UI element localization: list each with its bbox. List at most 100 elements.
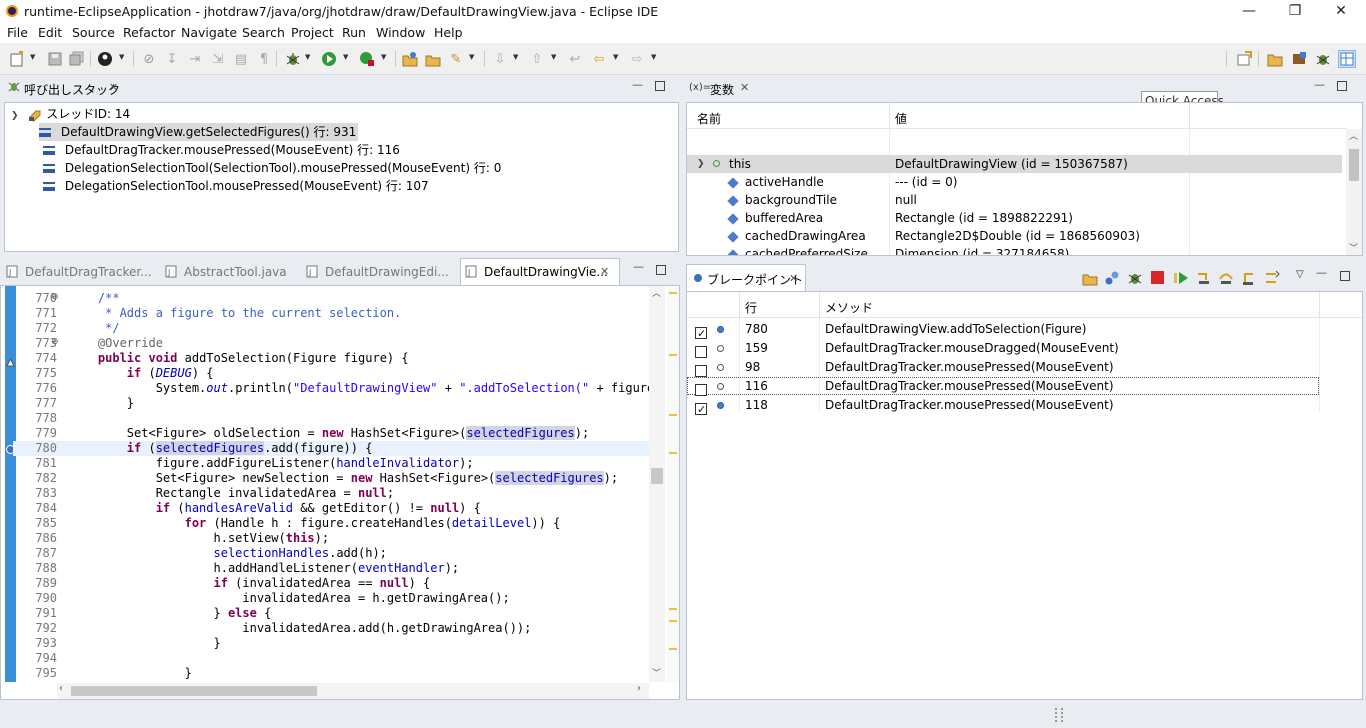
restore-button[interactable]: ❐ — [1272, 0, 1318, 23]
tab-abstract-tool[interactable]: AbstractTool.java — [184, 265, 287, 279]
menu-help[interactable]: Help — [434, 25, 463, 40]
chevron-down-icon[interactable]: ▼ — [613, 53, 621, 65]
code-line[interactable]: 773 @Override — [13, 336, 649, 351]
java-perspective-icon[interactable] — [1290, 50, 1308, 68]
debug-icon[interactable] — [284, 50, 302, 68]
code-line[interactable]: 772 */ — [13, 321, 649, 336]
menu-project[interactable]: Project — [291, 25, 334, 40]
chevron-down-icon[interactable]: ❯ — [697, 155, 705, 173]
code-line[interactable]: 788 h.addHandleListener(eventHandler); — [13, 561, 649, 576]
open-folder-icon[interactable] — [1082, 270, 1098, 286]
code-line[interactable]: 777 } — [13, 396, 649, 411]
drop-to-frame-icon[interactable] — [1264, 270, 1280, 286]
tab-default-drawing-editor[interactable]: DefaultDrawingEdi... — [325, 265, 449, 279]
code-line[interactable]: 774 public void addToSelection(Figure fi… — [13, 351, 649, 366]
maximize-view-icon[interactable] — [1337, 81, 1347, 91]
debug-perspective-toggle-icon[interactable] — [1314, 50, 1332, 68]
minimize-view-icon[interactable]: — — [633, 260, 644, 273]
chevron-down-icon[interactable]: ▼ — [469, 53, 477, 65]
variable-row[interactable]: backgroundTile null — [687, 191, 1342, 209]
code-line[interactable]: 780 if (selectedFigures.add(figure)) { — [13, 441, 649, 456]
code-line[interactable]: 783 Rectangle invalidatedArea = null; — [13, 486, 649, 501]
column-header-name[interactable]: 名前 — [697, 110, 721, 127]
previous-annotation-icon[interactable]: ⇧ — [528, 50, 546, 68]
chevron-up-icon[interactable]: ︿ — [652, 286, 661, 299]
scrollbar-thumb[interactable] — [651, 468, 663, 484]
save-all-icon[interactable] — [68, 50, 86, 68]
breakpoints-tab[interactable]: ブレークポイント ✕ — [686, 264, 806, 292]
code-line[interactable]: 784 if (handlesAreValid && getEditor() !… — [13, 501, 649, 516]
minimize-view-icon[interactable]: — — [1314, 78, 1325, 91]
maximize-view-icon[interactable] — [655, 81, 665, 91]
close-icon[interactable]: ✕ — [740, 81, 749, 94]
thread-node[interactable]: ❯ スレッドID: 14 — [11, 105, 130, 123]
code-line[interactable]: 787 selectionHandles.add(h); — [13, 546, 649, 561]
code-line[interactable]: 790 invalidatedArea = h.getDrawingArea()… — [13, 591, 649, 606]
minimize-view-icon[interactable]: — — [1316, 266, 1327, 279]
code-line[interactable]: 792 invalidatedArea.add(h.getDrawingArea… — [13, 621, 649, 636]
chevron-down-icon[interactable]: ▼ — [305, 53, 313, 65]
variable-row[interactable]: cachedPreferredSize Dimension (id = 3271… — [687, 245, 1342, 255]
code-line[interactable]: 785 for (Handle h : figure.createHandles… — [13, 516, 649, 531]
drop-to-frame-icon[interactable]: ↧ — [163, 50, 181, 68]
call-stack-tab-title[interactable]: 呼び出しスタック — [24, 81, 120, 98]
maximize-view-icon[interactable] — [656, 265, 666, 275]
minimize-button[interactable]: — — [1226, 0, 1272, 23]
minimize-view-icon[interactable]: — — [632, 78, 643, 91]
menu-navigate[interactable]: Navigate — [181, 25, 237, 40]
step-over-icon[interactable]: ▤ — [232, 50, 250, 68]
scrollbar-thumb[interactable] — [1349, 149, 1359, 181]
breakpoint-row[interactable]: 98 DefaultDragTracker.mousePressed(MouseE… — [687, 358, 1319, 377]
variable-row[interactable]: ❯ this DefaultDrawingView (id = 15036758… — [687, 155, 1342, 173]
chevron-up-icon[interactable]: ︿ — [1349, 129, 1358, 142]
run-icon[interactable] — [320, 50, 338, 68]
external-tools-icon[interactable] — [358, 50, 376, 68]
code-line[interactable]: 791 } else { — [13, 606, 649, 621]
resume-icon[interactable] — [1173, 270, 1189, 286]
variable-row[interactable]: cachedDrawingArea Rectangle2D$Double (id… — [687, 227, 1342, 245]
code-line[interactable]: 775 if (DEBUG) { — [13, 366, 649, 381]
breakpoint-checkbox[interactable] — [695, 345, 707, 358]
chevron-down-icon[interactable]: ▼ — [30, 53, 38, 65]
open-folder-icon[interactable] — [424, 50, 442, 68]
chevron-down-icon[interactable]: ▼ — [119, 53, 127, 65]
menu-refactor[interactable]: Refactor — [123, 25, 175, 40]
code-line[interactable]: 786 h.setView(this); — [13, 531, 649, 546]
code-line[interactable]: 779 Set<Figure> oldSelection = new HashS… — [13, 426, 649, 441]
scrollbar-thumb[interactable] — [71, 686, 317, 696]
layout-perspective-icon[interactable] — [1338, 50, 1356, 68]
tab-default-drawing-view[interactable]: J DefaultDrawingVie... ✕ — [460, 258, 620, 286]
code-line[interactable]: 789 if (invalidatedArea == null) { — [13, 576, 649, 591]
chevron-left-icon[interactable]: ‹ — [59, 683, 63, 694]
chevron-down-icon[interactable]: ▼ — [551, 53, 559, 65]
fold-collapse-icon[interactable]: ⊖ — [51, 337, 59, 347]
step-return-icon[interactable] — [1241, 270, 1257, 286]
code-line[interactable]: 795 } — [13, 666, 649, 681]
breakpoint-row[interactable]: 118 DefaultDragTracker.mousePressed(Mouse… — [687, 396, 1319, 419]
variable-row[interactable]: activeHandle --- (id = 0) — [687, 173, 1342, 191]
fold-collapse-icon[interactable]: ⊖ — [51, 292, 59, 302]
code-line[interactable]: 778 — [13, 411, 649, 426]
stack-frame-row[interactable]: DefaultDragTracker.mousePressed(MouseEve… — [43, 141, 400, 159]
breakpoint-row[interactable]: 780 DefaultDrawingView.addToSelection(Fig… — [687, 320, 1319, 343]
chevron-down-icon[interactable]: ▼ — [381, 53, 389, 65]
breakpoint-row[interactable]: 116 DefaultDragTracker.mousePressed(Mouse… — [687, 377, 1319, 396]
close-icon[interactable]: ✕ — [600, 265, 609, 278]
paragraph-icon[interactable]: ¶ — [255, 50, 273, 68]
code-line[interactable]: 781 figure.addFigureListener(handleInval… — [13, 456, 649, 471]
editor-horizontal-scrollbar[interactable]: ‹ › — [57, 683, 649, 699]
chevron-down-icon[interactable]: ▼ — [343, 53, 351, 65]
column-header-value[interactable]: 値 — [895, 110, 907, 127]
breakpoint-checkbox[interactable] — [695, 364, 707, 377]
skip-breakpoints-icon[interactable]: ⊘ — [140, 50, 158, 68]
column-header-line[interactable]: 行 — [745, 299, 757, 316]
variables-scrollbar[interactable]: ︿ ﹀ — [1346, 129, 1362, 255]
column-header-method[interactable]: メソッド — [825, 299, 873, 316]
step-over-icon[interactable] — [1218, 270, 1234, 286]
code-line[interactable]: 770 /** — [13, 291, 649, 306]
resource-perspective-icon[interactable] — [1266, 50, 1284, 68]
variables-tab-title[interactable]: 変数 — [710, 81, 734, 98]
resume-icon[interactable]: ⇥ — [186, 50, 204, 68]
breakpoint-checkbox[interactable] — [695, 401, 707, 419]
step-into-icon[interactable]: ⇲ — [209, 50, 227, 68]
